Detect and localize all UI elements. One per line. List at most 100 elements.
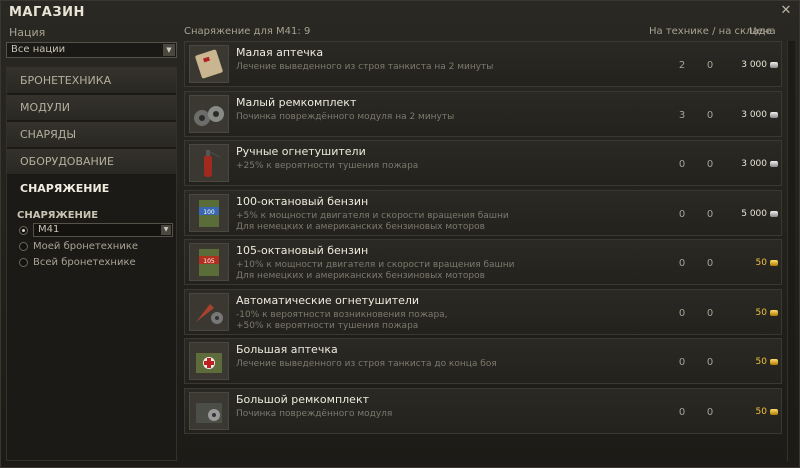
list-item[interactable]: Малый ремкомплект Починка повреждённого м… [184,91,782,137]
filter-option-vehicle[interactable]: M41 ▼ [17,223,173,239]
radio-my-vehicles[interactable] [19,242,28,251]
list-item[interactable]: Ручные огнетушители +25% к вероятности ту… [184,140,782,186]
item-name: Малая аптечка [236,46,324,59]
item-name: Автоматические огнетушители [236,294,420,307]
chevron-down-icon[interactable]: ▼ [161,225,171,235]
item-on-vehicle-count: 0 [678,209,686,220]
price-column-header: Цена [749,26,776,37]
consumables-filter: СНАРЯЖЕНИЕ M41 ▼ Моей бронетехнике Всей … [17,210,173,271]
vehicle-selected-value: M41 [38,224,60,235]
filter-title: СНАРЯЖЕНИЕ [17,210,99,221]
auto-extinguisher-icon [189,293,229,331]
large-medkit-icon [189,342,229,380]
nation-label: Нация [9,26,46,39]
item-price: 3 000 [741,110,767,120]
fuel-100-icon: 100 [189,194,229,232]
item-price: 50 [755,357,767,367]
category-vehicles[interactable]: БРОНЕТЕХНИКА [7,68,176,94]
vehicle-dropdown[interactable]: M41 ▼ [33,223,173,237]
item-in-stock-count: 0 [706,209,714,220]
list-item[interactable]: Автоматические огнетушители -10% к вероят… [184,289,782,335]
category-modules[interactable]: МОДУЛИ [7,95,176,121]
shop-window: МАГАЗИН ✕ Нация Все нации ▼ БРОНЕТЕХНИКА… [0,0,800,468]
item-name: Большая аптечка [236,343,338,356]
filter-option-all-label: Всей бронетехнике [33,257,136,268]
list-item[interactable]: 100 100-октановый бензин +5% к мощности дв… [184,190,782,236]
item-in-stock-count: 0 [706,357,714,368]
credits-currency-icon [770,211,778,217]
category-shells[interactable]: СНАРЯДЫ [7,122,176,148]
small-medkit-icon [189,45,229,83]
item-in-stock-count: 0 [706,258,714,269]
list-header: Снаряжение для M41: 9 На технике / на ск… [184,26,794,40]
item-description: -10% к вероятности возникновения пожара, [236,310,448,320]
item-price: 50 [755,258,767,268]
consumables-list: Малая аптечка Лечение выведенного из стро… [184,41,782,461]
item-price: 50 [755,308,767,318]
item-description: +10% к мощности двигателя и скорости вра… [236,260,515,270]
list-title: Снаряжение для M41: 9 [184,26,311,37]
credits-currency-icon [770,112,778,118]
large-repair-kit-icon [189,392,229,430]
list-item[interactable]: Малая аптечка Лечение выведенного из стро… [184,41,782,87]
category-sidebar: БРОНЕТЕХНИКА МОДУЛИ СНАРЯДЫ ОБОРУДОВАНИЕ… [6,67,177,461]
close-icon[interactable]: ✕ [779,4,793,18]
category-equipment[interactable]: ОБОРУДОВАНИЕ [7,149,176,175]
list-item[interactable]: 105 105-октановый бензин +10% к мощности д… [184,239,782,285]
manual-extinguisher-icon [189,144,229,182]
filter-option-all-vehicles[interactable]: Всей бронетехнике [17,255,172,271]
radio-all-vehicles[interactable] [19,258,28,267]
item-description-secondary: Для немецких и американских бензиновых м… [236,222,485,232]
window-title: МАГАЗИН [9,5,85,20]
chevron-down-icon[interactable]: ▼ [163,44,175,56]
item-in-stock-count: 0 [706,60,714,71]
radio-vehicle[interactable] [19,226,28,235]
filter-option-my-vehicles[interactable]: Моей бронетехнике [17,239,172,255]
item-description: Лечение выведенного из строя танкиста до… [236,359,497,369]
item-description: Починка повреждённого модуля [236,409,393,419]
item-in-stock-count: 0 [706,308,714,319]
nation-selected-value: Все нации [11,44,66,55]
category-consumables[interactable]: СНАРЯЖЕНИЕ [7,176,176,202]
item-name: Большой ремкомплект [236,393,369,406]
gold-currency-icon [770,359,778,365]
item-name: 105-октановый бензин [236,244,369,257]
item-price: 5 000 [741,209,767,219]
svg-text:105: 105 [203,258,215,265]
item-in-stock-count: 0 [706,110,714,121]
item-on-vehicle-count: 2 [678,60,686,71]
item-in-stock-count: 0 [706,407,714,418]
filter-option-my-label: Моей бронетехнике [33,241,139,252]
gold-currency-icon [770,310,778,316]
item-description-secondary: Для немецких и американских бензиновых м… [236,271,485,281]
credits-currency-icon [770,161,778,167]
item-on-vehicle-count: 3 [678,110,686,121]
item-in-stock-count: 0 [706,159,714,170]
item-name: Малый ремкомплект [236,96,357,109]
item-price: 50 [755,407,767,417]
fuel-105-icon: 105 [189,243,229,281]
item-description-secondary: +50% к вероятности тушения пожара [236,321,419,331]
small-repair-kit-icon [189,95,229,133]
item-on-vehicle-count: 0 [678,407,686,418]
list-scrollbar[interactable] [787,41,795,461]
item-description: +5% к мощности двигателя и скорости вращ… [236,211,509,221]
gold-currency-icon [770,260,778,266]
item-name: 100-октановый бензин [236,195,369,208]
nation-dropdown[interactable]: Все нации ▼ [6,42,177,58]
item-on-vehicle-count: 0 [678,258,686,269]
list-item[interactable]: Большая аптечка Лечение выведенного из ст… [184,338,782,384]
item-on-vehicle-count: 0 [678,159,686,170]
item-name: Ручные огнетушители [236,145,366,158]
item-on-vehicle-count: 0 [678,308,686,319]
item-price: 3 000 [741,60,767,70]
item-price: 3 000 [741,159,767,169]
item-description: Починка повреждённого модуля на 2 минуты [236,112,455,122]
list-item[interactable]: Большой ремкомплект Починка повреждённого… [184,388,782,434]
item-description: Лечение выведенного из строя танкиста на… [236,62,494,72]
gold-currency-icon [770,409,778,415]
item-on-vehicle-count: 0 [678,357,686,368]
svg-text:100: 100 [203,209,215,216]
item-description: +25% к вероятности тушения пожара [236,161,419,171]
credits-currency-icon [770,62,778,68]
